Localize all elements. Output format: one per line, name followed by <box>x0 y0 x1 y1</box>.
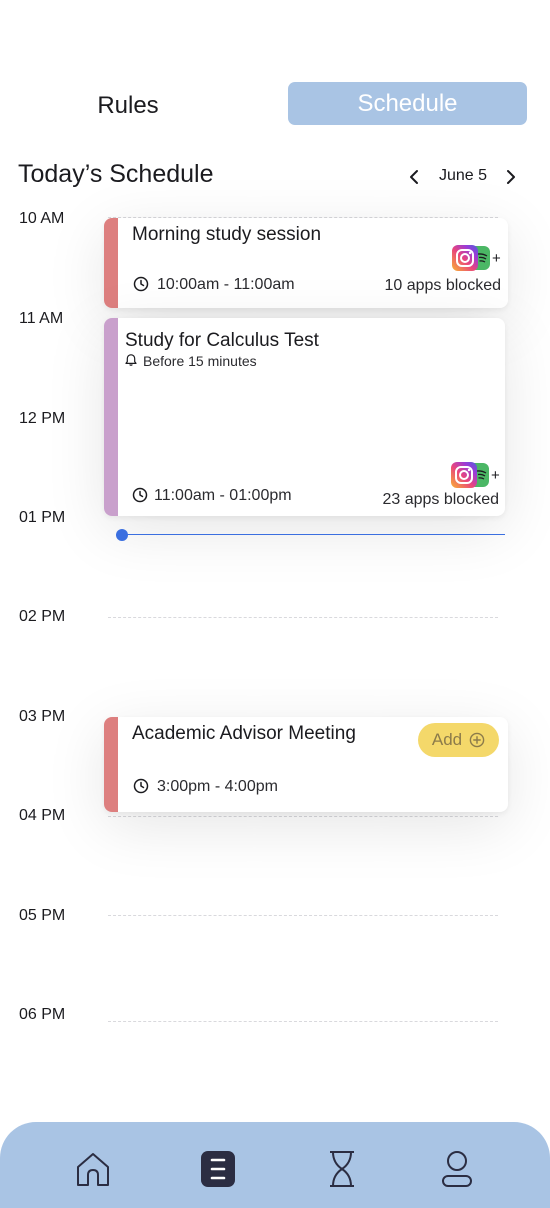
hourglass-icon <box>330 1151 354 1187</box>
chevron-left-icon[interactable] <box>404 167 424 187</box>
schedule-icon <box>201 1151 235 1187</box>
hour-grid-line <box>108 1021 498 1022</box>
clock-icon <box>133 778 149 794</box>
date-navigator: June 5 <box>404 162 526 192</box>
profile-icon <box>442 1151 472 1187</box>
hour-label: 01 PM <box>19 509 66 526</box>
apps-blocked-count: 23 apps blocked <box>382 491 499 508</box>
hour-label: 04 PM <box>19 807 66 824</box>
clock-icon <box>133 276 149 292</box>
chevron-right-icon[interactable] <box>501 167 521 187</box>
nav-focus-timer[interactable] <box>322 1148 362 1190</box>
add-apps-button[interactable]: Add <box>418 723 499 757</box>
current-time-line <box>122 534 505 535</box>
nav-home[interactable] <box>73 1148 113 1190</box>
reminder-text: Before 15 minutes <box>143 353 257 369</box>
blocked-apps-icons: + <box>451 462 505 488</box>
apps-blocked-count: 10 apps blocked <box>384 277 501 294</box>
blocked-apps-icons: + <box>452 245 508 271</box>
add-button-label: Add <box>431 730 463 749</box>
event-title: Academic Advisor Meeting <box>132 723 356 744</box>
hour-grid-line <box>108 816 498 817</box>
hour-label: 12 PM <box>19 410 66 427</box>
hour-grid-line <box>108 617 498 618</box>
hour-label: 05 PM <box>19 907 66 924</box>
event-accent-bar <box>104 218 118 308</box>
home-icon <box>77 1153 109 1186</box>
current-time-dot <box>116 529 128 541</box>
more-apps-indicator: + <box>491 467 500 484</box>
hour-label: 10 AM <box>19 210 65 227</box>
plus-circle-icon <box>469 732 485 748</box>
event-card-morning-study[interactable]: Morning study session 10:00am - 11:00am … <box>104 218 508 308</box>
event-title: Study for Calculus Test <box>125 330 319 351</box>
instagram-icon <box>452 245 478 271</box>
event-card-calculus-study[interactable]: Study for Calculus Test Before 15 minute… <box>104 318 505 516</box>
hour-label: 02 PM <box>19 608 66 625</box>
nav-schedule[interactable] <box>198 1148 238 1190</box>
tab-rules[interactable]: Rules <box>60 82 196 130</box>
event-time: 3:00pm - 4:00pm <box>157 778 278 795</box>
hour-label: 11 AM <box>19 310 64 327</box>
event-title: Morning study session <box>132 224 322 245</box>
more-apps-indicator: + <box>492 250 501 267</box>
nav-profile[interactable] <box>437 1148 477 1190</box>
hour-label: 06 PM <box>19 1006 66 1023</box>
clock-icon <box>132 487 148 503</box>
bell-icon <box>125 354 137 366</box>
page-title: Today’s Schedule <box>18 160 214 188</box>
hour-grid-line <box>108 915 498 916</box>
event-time: 11:00am - 01:00pm <box>154 487 292 504</box>
event-accent-bar <box>104 717 118 812</box>
event-time: 10:00am - 11:00am <box>157 276 295 293</box>
current-date: June 5 <box>439 167 488 184</box>
instagram-icon <box>451 462 477 488</box>
event-accent-bar <box>104 318 118 516</box>
hour-label: 03 PM <box>19 708 66 725</box>
tab-schedule[interactable]: Schedule <box>288 82 527 125</box>
